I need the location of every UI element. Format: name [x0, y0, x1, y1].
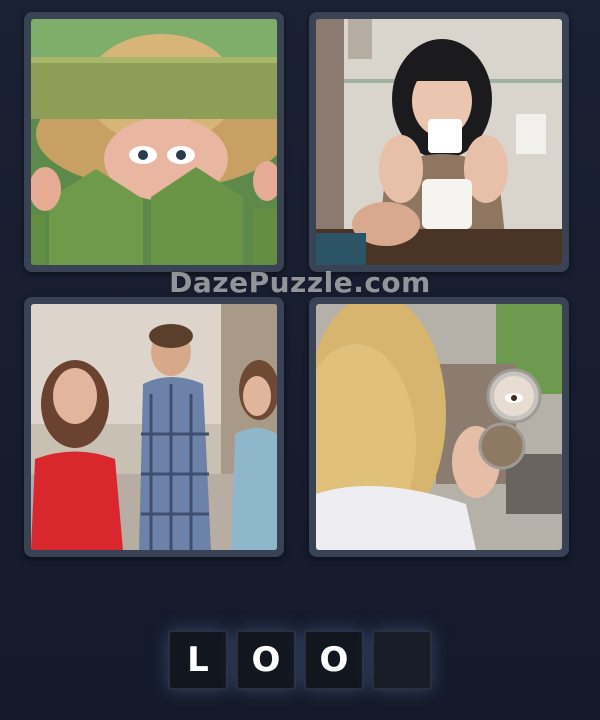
- answer-tile-4[interactable]: [372, 630, 432, 690]
- compact-mirror-image: [316, 304, 562, 550]
- woman-coffee-image: [316, 19, 562, 265]
- picture-frame-3[interactable]: [24, 297, 284, 557]
- answer-tile-2[interactable]: O: [236, 630, 296, 690]
- man-peeking-image: [31, 19, 277, 265]
- answer-tile-3[interactable]: O: [304, 630, 364, 690]
- answer-tile-1[interactable]: L: [168, 630, 228, 690]
- photo-distracted-boyfriend: [31, 304, 277, 550]
- photo-woman-drinking-coffee: [316, 19, 562, 265]
- photo-woman-with-compact-mirror: [316, 304, 562, 550]
- answer-tiles: L O O: [168, 630, 432, 692]
- site-watermark: DazePuzzle.com: [169, 266, 431, 299]
- picture-frame-1[interactable]: [24, 12, 284, 272]
- picture-frame-2[interactable]: [309, 12, 569, 272]
- distracted-boyfriend-image: [31, 304, 277, 550]
- photo-man-peeking-over-fence: [31, 19, 277, 265]
- picture-frame-4[interactable]: [309, 297, 569, 557]
